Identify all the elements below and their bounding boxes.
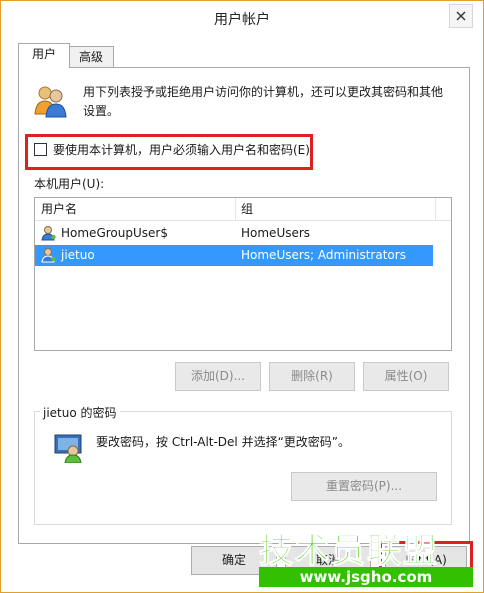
add-user-button[interactable]: 添加(D)... xyxy=(175,362,261,391)
password-instructions: 要改密码，按 Ctrl-Alt-Del 并选择“更改密码”。 xyxy=(96,435,351,449)
user-icon xyxy=(41,248,56,263)
title-bar: 用户帐户 xyxy=(1,1,483,35)
table-row[interactable]: jietuo HomeUsers; Administrators xyxy=(35,245,433,266)
watermark-brand: 技术员联盟 xyxy=(259,531,439,572)
properties-button[interactable]: 属性(O) xyxy=(363,362,449,391)
remove-user-button[interactable]: 删除(R) xyxy=(269,362,355,391)
cell-username: HomeGroupUser$ xyxy=(61,226,168,240)
cell-username: jietuo xyxy=(61,248,95,262)
intro-line-1: 用下列表授予或拒绝用户访问你的计算机，还可以更改其密码和其他 xyxy=(83,85,444,99)
highlight-box-checkbox xyxy=(25,134,313,170)
users-list-header: 用户名 组 xyxy=(35,198,451,221)
tab-advanced[interactable]: 高级 xyxy=(68,46,114,68)
user-icon xyxy=(41,226,56,241)
window-title: 用户帐户 xyxy=(214,12,270,28)
user-accounts-dialog: 用户帐户 用户 高级 用下列表授予或拒绝用户访问你的计算机，还可以更改其密码和其… xyxy=(0,0,484,593)
cell-group: HomeUsers; Administrators xyxy=(241,248,406,262)
tab-users[interactable]: 用户 xyxy=(18,43,70,68)
local-users-label: 本机用户(U): xyxy=(34,177,105,191)
cell-group: HomeUsers xyxy=(241,226,311,240)
site-watermark: 技术员联盟 www.jsgho.com xyxy=(251,523,481,591)
users-icon xyxy=(34,86,67,118)
intro-line-2: 设置。 xyxy=(83,104,120,118)
close-button[interactable] xyxy=(449,4,473,28)
password-section-title: jietuo 的密码 xyxy=(40,404,120,421)
table-row[interactable]: HomeGroupUser$ HomeUsers xyxy=(35,223,433,244)
intro-text: 用下列表授予或拒绝用户访问你的计算机，还可以更改其密码和其他 设置。 xyxy=(83,83,453,121)
reset-password-button[interactable]: 重置密码(P)... xyxy=(291,472,437,501)
key-user-icon xyxy=(54,434,82,463)
column-header-username[interactable]: 用户名 xyxy=(35,198,236,220)
column-header-group[interactable]: 组 xyxy=(235,198,436,220)
password-groupbox xyxy=(34,411,452,525)
users-list[interactable]: 用户名 组 HomeGroupUser$ HomeUsers jietuo Ho… xyxy=(34,197,452,351)
watermark-url: www.jsgho.com xyxy=(259,567,473,587)
close-icon xyxy=(456,11,466,21)
